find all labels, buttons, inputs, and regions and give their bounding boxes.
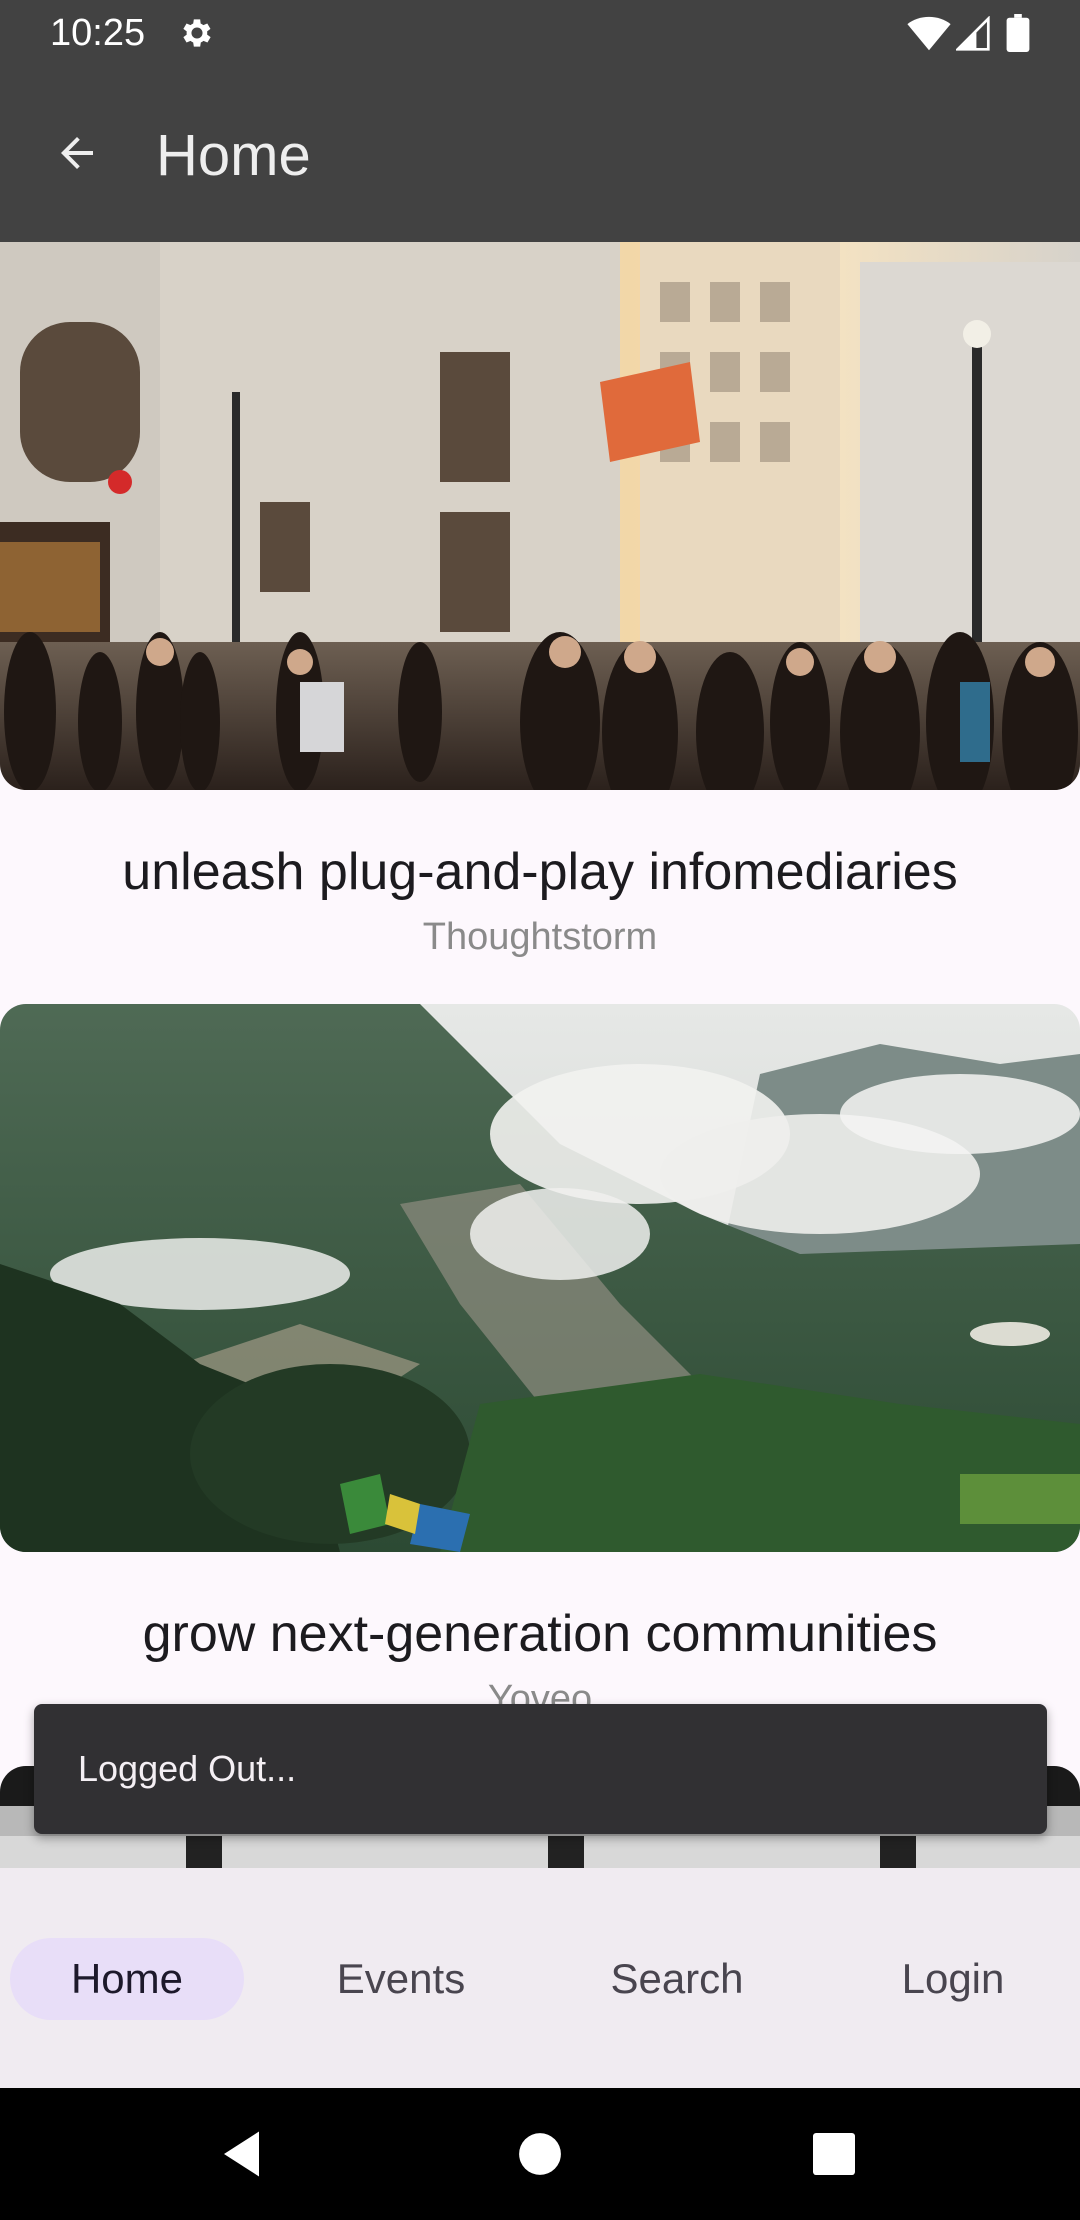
recents-square-icon xyxy=(813,2133,855,2175)
arrow-back-icon xyxy=(61,137,93,169)
nav-item-login[interactable]: Login xyxy=(836,1938,1070,2020)
home-circle-icon xyxy=(519,2133,561,2175)
card-subtitle: Thoughtstorm xyxy=(422,916,658,958)
snackbar: Logged Out... xyxy=(34,1704,1047,1834)
battery-icon xyxy=(1006,14,1030,52)
system-back-button[interactable] xyxy=(212,2122,276,2186)
status-bar: 10:25 xyxy=(0,0,1080,66)
feed-list[interactable]: unleash plug-and-play infomediaries Thou… xyxy=(0,242,1080,1868)
status-time: 10:25 xyxy=(50,12,146,54)
nav-item-home[interactable]: Home xyxy=(10,1938,244,2020)
system-navigation-bar xyxy=(0,2088,1080,2220)
nav-item-events[interactable]: Events xyxy=(284,1938,518,2020)
back-triangle-icon xyxy=(224,2131,259,2177)
bottom-navigation: Home Events Search Login xyxy=(0,1868,1080,2088)
card-title: grow next-generation communities xyxy=(142,1605,938,1663)
misty-mountain-valley-photo xyxy=(0,1004,1080,1552)
city-street-crowd-photo xyxy=(0,242,1080,790)
wifi-icon xyxy=(907,16,951,51)
top-app-bar: Home xyxy=(0,66,1080,242)
gear-icon xyxy=(183,19,211,47)
back-button[interactable] xyxy=(44,120,110,186)
signal-icon xyxy=(956,16,990,51)
system-recents-button[interactable] xyxy=(802,2122,866,2186)
snackbar-message: Logged Out... xyxy=(78,1748,297,1789)
system-home-button[interactable] xyxy=(508,2122,572,2186)
card-title: unleash plug-and-play infomediaries xyxy=(122,843,958,901)
page-title: Home xyxy=(156,123,311,188)
nav-item-search[interactable]: Search xyxy=(560,1938,794,2020)
